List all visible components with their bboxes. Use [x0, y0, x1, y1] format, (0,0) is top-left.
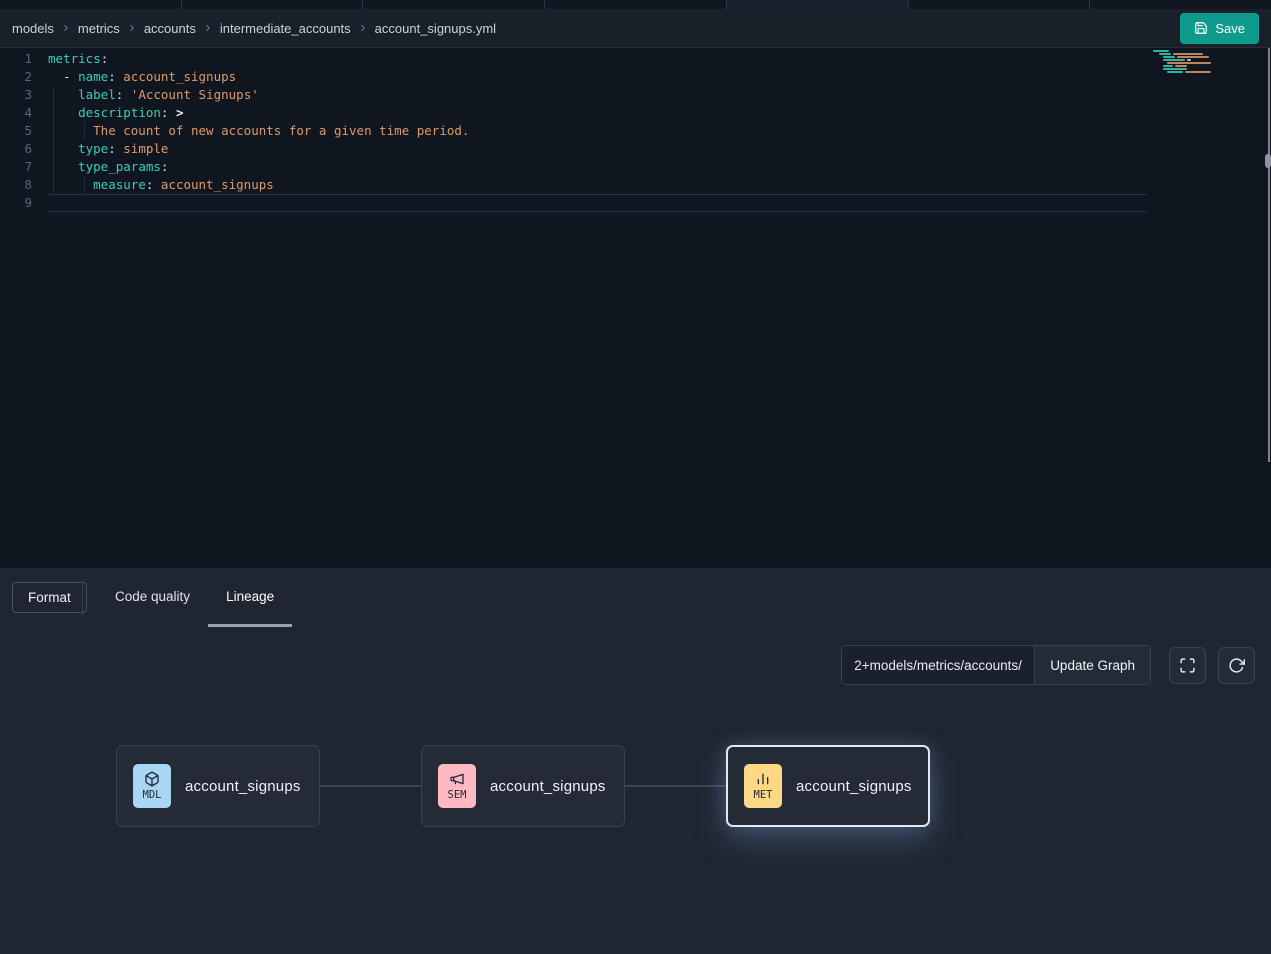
panel-tabs: Code quality Lineage [97, 568, 292, 627]
maximize-icon [1179, 657, 1196, 674]
editor-minimap[interactable] [1153, 50, 1215, 73]
header-divider [82, 580, 83, 616]
format-button[interactable]: Format [12, 582, 87, 613]
code-line: - name: account_signups [48, 68, 1147, 86]
semantic-node-badge: SEM [438, 764, 476, 808]
chevron-right-icon [61, 23, 71, 33]
update-graph-button[interactable]: Update Graph [1034, 646, 1150, 684]
node-type-label: SEM [448, 789, 467, 801]
line-number: 4 [0, 104, 48, 122]
node-title: account_signups [490, 778, 606, 795]
breadcrumb-item-models[interactable]: models [12, 21, 54, 36]
tab-lineage[interactable]: Lineage [208, 568, 292, 627]
tab-code-quality[interactable]: Code quality [97, 568, 208, 627]
bottom-panel: Format Code quality Lineage Update Graph… [0, 568, 1271, 954]
code-line: type_params: [48, 158, 1147, 176]
top-tab-stub[interactable] [909, 0, 1091, 9]
line-number: 5 [0, 122, 48, 140]
chevron-right-icon [358, 23, 368, 33]
chevron-right-icon [203, 23, 213, 33]
line-number: 9 [0, 194, 48, 212]
breadcrumb-bar: models metrics accounts intermediate_acc… [0, 9, 1271, 48]
top-tab-stub[interactable] [182, 0, 364, 9]
lineage-node-model[interactable]: MDL account_signups [116, 745, 320, 827]
breadcrumb-item-accounts[interactable]: accounts [144, 21, 196, 36]
code-line: description: > [48, 104, 1147, 122]
node-type-label: MET [754, 789, 773, 801]
top-tab-stub[interactable] [363, 0, 545, 9]
save-button[interactable]: Save [1180, 13, 1259, 44]
refresh-graph-button[interactable] [1218, 647, 1255, 684]
node-type-label: MDL [143, 789, 162, 801]
lineage-edge [625, 785, 726, 787]
editor-scrollbar-track[interactable] [1268, 48, 1270, 462]
fullscreen-button[interactable] [1169, 647, 1206, 684]
lineage-edge [320, 785, 421, 787]
top-tab-stub-active[interactable] [727, 0, 909, 9]
yaml-code-editor[interactable]: 1metrics: 2 - name: account_signups 3 la… [0, 48, 1271, 568]
line-number: 6 [0, 140, 48, 158]
graph-selector-input[interactable] [842, 646, 1034, 684]
line-number: 1 [0, 50, 48, 68]
line-number: 8 [0, 176, 48, 194]
editor-scrollbar-thumb[interactable] [1265, 154, 1271, 168]
breadcrumb-item-file[interactable]: account_signups.yml [375, 21, 496, 36]
save-icon [1194, 21, 1208, 35]
save-button-label: Save [1215, 21, 1245, 36]
top-tab-stub[interactable] [1090, 0, 1271, 9]
line-number: 3 [0, 86, 48, 104]
line-number: 7 [0, 158, 48, 176]
breadcrumb: models metrics accounts intermediate_acc… [12, 21, 496, 36]
code-line: measure: account_signups [48, 176, 1147, 194]
top-tab-stub[interactable] [0, 0, 182, 9]
refresh-icon [1228, 657, 1245, 674]
top-tabs-strip [0, 0, 1271, 9]
chevron-right-icon [127, 23, 137, 33]
bar-chart-icon [755, 771, 771, 787]
cube-icon [144, 771, 160, 787]
node-title: account_signups [185, 778, 301, 795]
code-line: The count of new accounts for a given ti… [48, 122, 1147, 140]
breadcrumb-item-metrics[interactable]: metrics [78, 21, 120, 36]
megaphone-icon [449, 771, 465, 787]
code-line-current [48, 194, 1147, 212]
model-node-badge: MDL [133, 764, 171, 808]
metric-node-badge: MET [744, 764, 782, 808]
code-line: metrics: [48, 50, 1147, 68]
graph-selector-group: Update Graph [841, 645, 1151, 685]
lineage-graph-toolbar: Update Graph [841, 645, 1255, 685]
line-number: 2 [0, 68, 48, 86]
code-line: label: 'Account Signups' [48, 86, 1147, 104]
lineage-node-semantic-model[interactable]: SEM account_signups [421, 745, 625, 827]
code-line: type: simple [48, 140, 1147, 158]
top-tab-stub[interactable] [545, 0, 727, 9]
node-title: account_signups [796, 778, 912, 795]
lineage-node-metric[interactable]: MET account_signups [726, 745, 930, 827]
breadcrumb-item-intermediate-accounts[interactable]: intermediate_accounts [220, 21, 351, 36]
